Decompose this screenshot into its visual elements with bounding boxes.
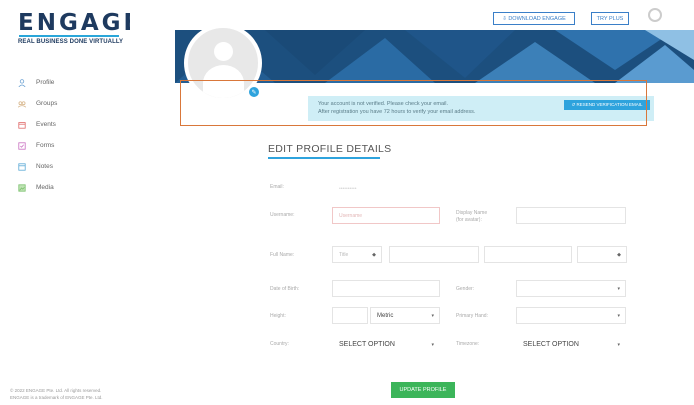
sidebar-item-label: Events: [36, 121, 56, 128]
title-placeholder: Title: [339, 251, 349, 258]
engage-logo[interactable]: ENGAGE: [18, 10, 142, 36]
copyright-line: © 2022 ENGAGE Pte. Ltd. All rights reser…: [10, 388, 102, 393]
trademark-line: ENGAGE is a trademark of ENGAGE Pte. Ltd…: [10, 395, 103, 400]
media-icon: [18, 183, 26, 192]
gender-label: Gender:: [456, 286, 475, 292]
sidebar-item-label: Forms: [36, 142, 55, 149]
chevron-down-icon: ▾: [431, 341, 434, 348]
email-label: Email:: [270, 184, 284, 190]
suffix-select[interactable]: ◆: [577, 246, 627, 263]
primary-hand-label: Primary Hand:: [456, 313, 488, 319]
sidebar-item-events[interactable]: Events: [18, 114, 57, 135]
forms-icon: [18, 141, 26, 150]
brand-tagline: REAL BUSINESS DONE VIRTUALLY: [18, 39, 124, 45]
copyright-footer: © 2022 ENGAGE Pte. Ltd. All rights reser…: [10, 387, 103, 401]
dob-input[interactable]: [332, 280, 440, 297]
display-name-label-text: Display Name: [456, 210, 488, 216]
timezone-value: SELECT OPTION: [523, 341, 579, 348]
sidebar-item-groups[interactable]: Groups: [18, 93, 57, 114]
chevron-down-icon: ◆: [372, 251, 376, 258]
download-engage-button[interactable]: ⇩ DOWNLOAD ENGAGE: [493, 12, 575, 25]
height-unit-value: Metric: [377, 312, 394, 319]
calendar-icon: [18, 121, 26, 129]
page-title: EDIT PROFILE DETAILS: [268, 143, 392, 155]
notes-icon: [18, 162, 26, 171]
username-placeholder: Username: [339, 212, 363, 219]
sidebar-item-label: Profile: [36, 79, 55, 86]
primary-hand-select[interactable]: ▾: [516, 307, 626, 324]
try-plus-button[interactable]: TRY PLUS: [591, 12, 629, 25]
sidebar-item-label: Groups: [36, 100, 58, 107]
sidebar-item-label: Media: [36, 184, 54, 191]
sidebar-item-forms[interactable]: Forms: [18, 135, 57, 156]
display-name-input[interactable]: [516, 207, 626, 224]
user-icon: [18, 78, 26, 87]
logo-underline: [19, 35, 119, 37]
sidebar: ENGAGE REAL BUSINESS DONE VIRTUALLY Prof…: [0, 0, 139, 405]
chevron-down-icon: ▾: [617, 285, 620, 292]
chevron-down-icon: ▾: [617, 341, 620, 348]
sidebar-item-profile[interactable]: Profile: [18, 72, 57, 93]
username-input[interactable]: Username: [332, 207, 440, 224]
highlight-box: [180, 80, 647, 126]
dob-label: Date of Birth:: [270, 286, 300, 292]
account-avatar-icon[interactable]: [648, 8, 662, 22]
sidebar-nav: Profile Groups Events Forms Notes Media: [18, 72, 57, 198]
sidebar-item-notes[interactable]: Notes: [18, 156, 57, 177]
timezone-select[interactable]: SELECT OPTION ▾: [516, 336, 626, 353]
last-name-input[interactable]: [484, 246, 572, 263]
chevron-down-icon: ◆: [617, 251, 621, 258]
height-input[interactable]: [332, 307, 368, 324]
country-value: SELECT OPTION: [339, 341, 395, 348]
full-name-label: Full Name:: [270, 252, 295, 258]
title-select[interactable]: Title ◆: [332, 246, 382, 263]
first-name-input[interactable]: [389, 246, 479, 263]
gender-select[interactable]: ▾: [516, 280, 626, 297]
groups-icon: [18, 100, 26, 108]
avatar-placeholder-head: [214, 42, 233, 61]
sidebar-item-media[interactable]: Media: [18, 177, 57, 198]
height-unit-select[interactable]: Metric ▾: [370, 307, 440, 324]
height-label: Height:: [270, 313, 286, 319]
username-label: Username:: [270, 212, 295, 218]
chevron-down-icon: ▾: [617, 312, 620, 319]
app-root: ENGAGE REAL BUSINESS DONE VIRTUALLY Prof…: [0, 0, 694, 405]
country-label: Country:: [270, 341, 289, 347]
title-underline: [268, 157, 380, 159]
chevron-down-icon: ▾: [431, 312, 434, 319]
update-profile-button[interactable]: UPDATE PROFILE: [391, 382, 455, 398]
country-select[interactable]: SELECT OPTION ▾: [332, 336, 440, 353]
timezone-label: Timezone:: [456, 341, 480, 347]
display-name-label: Display Name (for avatar):: [456, 210, 487, 224]
sidebar-item-label: Notes: [36, 163, 53, 170]
display-name-label-sub: (for avatar):: [456, 217, 482, 223]
email-value: ••••••••••: [332, 180, 380, 197]
